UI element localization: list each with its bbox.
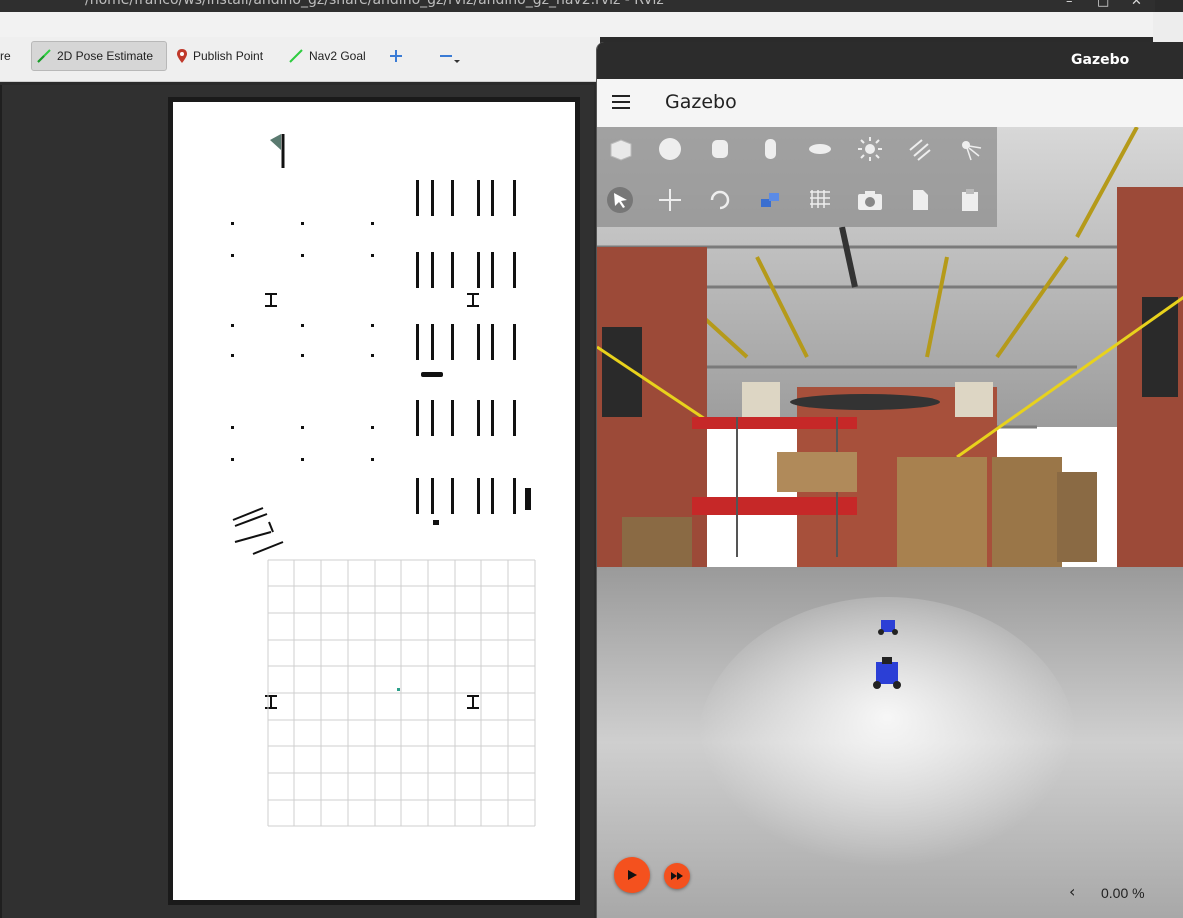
rviz-menubar — [0, 12, 1155, 37]
nav2-goal-label: Nav2 Goal — [309, 49, 366, 63]
nav2-goal-button[interactable]: Nav2 Goal — [284, 41, 370, 71]
gazebo-toolbar — [597, 127, 997, 227]
plus-icon — [390, 50, 402, 62]
play-icon — [628, 870, 637, 880]
rviz-titlebar: /home/franco/ws/install/andino_gz/share/… — [0, 0, 1155, 12]
minimize-icon[interactable]: – — [1066, 0, 1073, 9]
publish-point-label: Publish Point — [193, 49, 264, 63]
maximize-icon[interactable]: □ — [1097, 0, 1109, 9]
sun-light-icon[interactable] — [855, 134, 885, 164]
ellipsoid-icon[interactable] — [805, 134, 835, 164]
snap-icon[interactable] — [755, 185, 785, 215]
map-pillars — [231, 222, 374, 461]
step-button[interactable] — [664, 863, 690, 889]
occupancy-map — [168, 97, 580, 905]
screenshot-icon[interactable] — [855, 185, 885, 215]
directional-light-icon[interactable] — [905, 134, 935, 164]
tool-label: re — [0, 49, 11, 63]
close-icon[interactable]: ✕ — [1131, 0, 1142, 9]
select-icon[interactable] — [605, 185, 635, 215]
sphere-icon[interactable] — [655, 134, 685, 164]
copy-icon[interactable] — [905, 185, 935, 215]
rviz-grid — [267, 559, 536, 827]
map-shelves — [416, 180, 531, 525]
fast-forward-icon — [671, 872, 683, 880]
map-debris — [232, 507, 284, 555]
gazebo-titlebar: Gazebo — [597, 42, 1183, 79]
rotate-icon[interactable] — [705, 185, 735, 215]
pose-arrow-icon — [37, 49, 51, 63]
capsule-icon[interactable] — [755, 134, 785, 164]
publish-point-button[interactable]: Publish Point — [172, 41, 267, 71]
translate-icon[interactable] — [655, 185, 685, 215]
cylinder-icon[interactable] — [705, 134, 735, 164]
box-icon[interactable] — [605, 134, 635, 164]
rviz-window-title: /home/franco/ws/install/andino_gz/share/… — [85, 0, 664, 8]
grid-icon[interactable] — [805, 185, 835, 215]
interact-tool-button[interactable]: re — [0, 41, 15, 71]
map-pin-icon — [177, 49, 187, 63]
map-features — [231, 134, 536, 827]
gazebo-window: Gazebo Gazebo ‹ 0.00 % — [596, 42, 1183, 918]
real-time-factor: 0.00 % — [1101, 885, 1145, 901]
minus-icon — [440, 55, 460, 63]
goal-arrow-icon — [289, 49, 303, 63]
play-button[interactable] — [614, 857, 650, 893]
paste-icon[interactable] — [955, 185, 985, 215]
gazebo-window-title: Gazebo — [1071, 52, 1130, 68]
pose-estimate-label: 2D Pose Estimate — [57, 49, 154, 63]
point-light-icon[interactable] — [955, 134, 985, 164]
robot-marker — [397, 688, 400, 691]
chevron-left-icon[interactable]: ‹ — [1069, 882, 1075, 901]
gazebo-3d-scene[interactable] — [597, 127, 1183, 918]
gazebo-app-title: Gazebo — [665, 91, 737, 113]
map-marker — [270, 134, 281, 150]
pose-estimate-button[interactable]: 2D Pose Estimate — [31, 41, 167, 71]
add-tool-button[interactable] — [384, 41, 413, 71]
gazebo-appbar: Gazebo — [597, 79, 1183, 128]
rviz-toolbar: re 2D Pose Estimate Publish Point Nav2 G… — [0, 37, 600, 82]
hamburger-menu-icon[interactable] — [612, 95, 630, 109]
remove-tool-button[interactable] — [432, 41, 469, 71]
